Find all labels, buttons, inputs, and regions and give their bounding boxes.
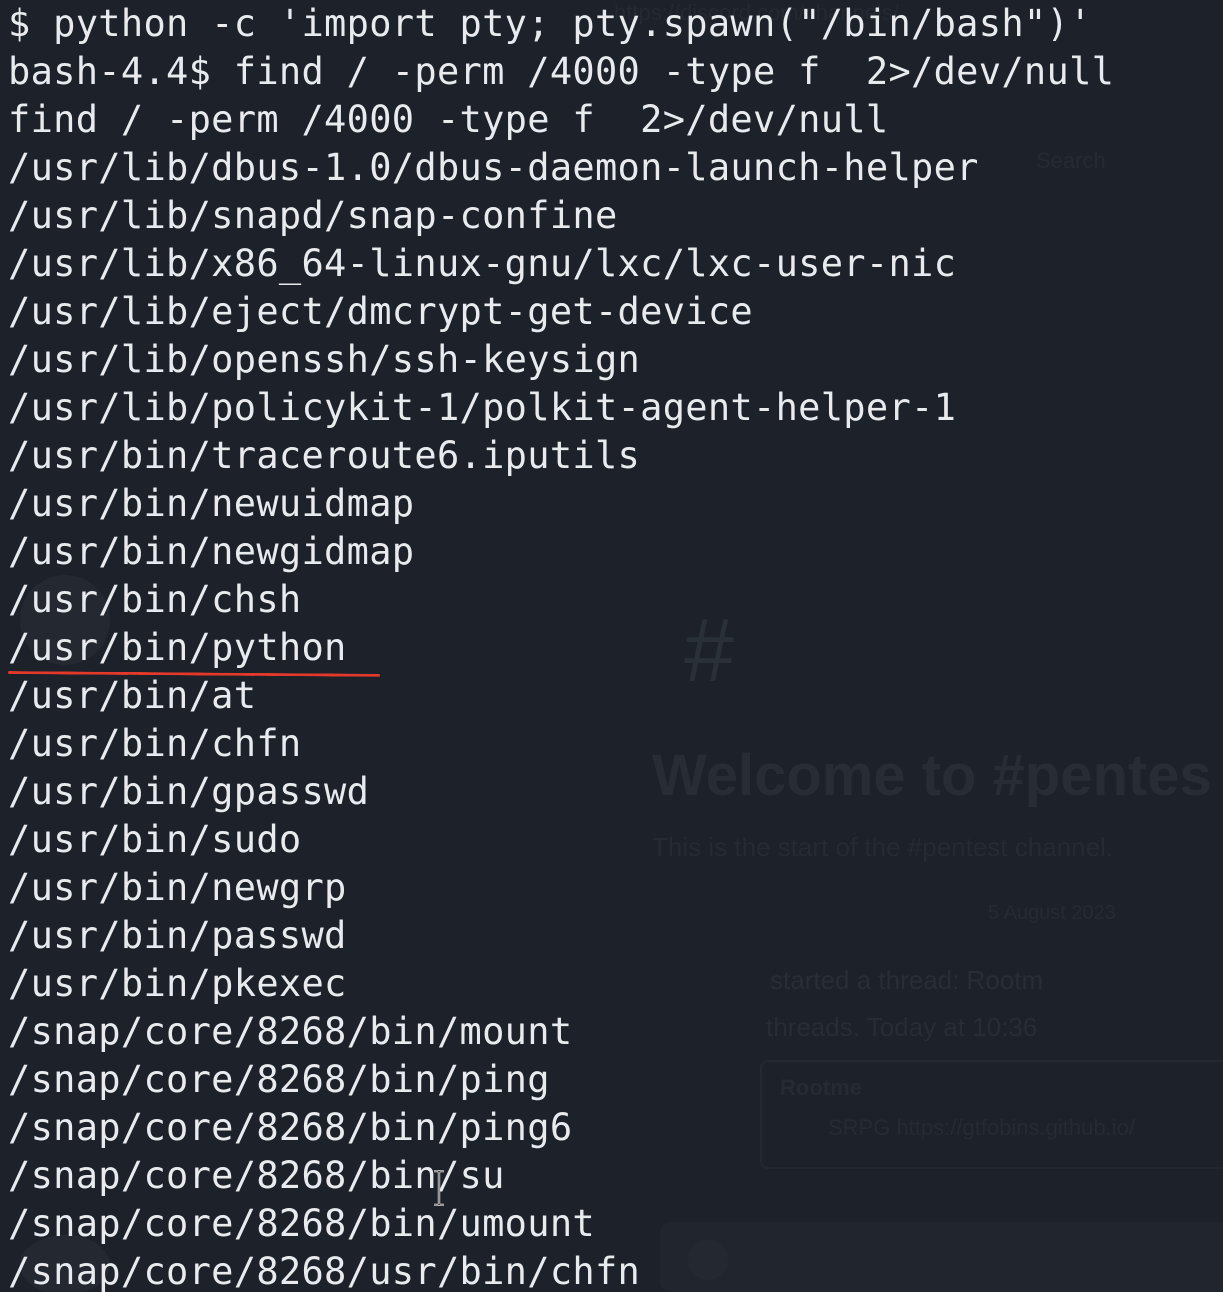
terminal-line-highlighted: /usr/bin/python [8, 626, 347, 669]
terminal-line: /usr/bin/newgidmap [8, 530, 415, 573]
terminal-line: /usr/bin/passwd [8, 914, 347, 957]
terminal-line: /usr/bin/newgrp [8, 866, 347, 909]
terminal-line: /usr/bin/traceroute6.iputils [8, 434, 641, 477]
terminal-line: /usr/bin/gpasswd [8, 770, 370, 813]
terminal-line: /usr/bin/chfn [8, 722, 302, 765]
terminal-line: /snap/core/8268/bin/su [8, 1154, 505, 1197]
text-cursor-icon [434, 1170, 444, 1206]
terminal-line: /usr/lib/dbus-1.0/dbus-daemon-launch-hel… [8, 146, 979, 189]
terminal-output: $ python -c 'import pty; pty.spawn("/bin… [8, 0, 1114, 1292]
terminal-line: /snap/core/8268/bin/ping6 [8, 1106, 573, 1149]
terminal-line: find / -perm /4000 -type f 2>/dev/null [8, 98, 889, 141]
terminal-line: /snap/core/8268/bin/umount [8, 1202, 595, 1245]
terminal-line: /usr/bin/sudo [8, 818, 302, 861]
terminal-line: $ python -c 'import pty; pty.spawn("/bin… [8, 2, 1092, 45]
terminal-line: /snap/core/8268/usr/bin/chfn [8, 1250, 641, 1292]
terminal-line: /usr/lib/x86_64-linux-gnu/lxc/lxc-user-n… [8, 242, 957, 285]
terminal-line: /usr/lib/eject/dmcrypt-get-device [8, 290, 754, 333]
terminal-line: /snap/core/8268/bin/mount [8, 1010, 573, 1053]
terminal-line: /usr/lib/snapd/snap-confine [8, 194, 618, 237]
terminal-line: /usr/bin/pkexec [8, 962, 347, 1005]
terminal-line: /usr/lib/openssh/ssh-keysign [8, 338, 641, 381]
terminal-window[interactable]: https://discord.com/channels/ Search # W… [0, 0, 1223, 1292]
terminal-line: /usr/bin/chsh [8, 578, 302, 621]
terminal-line: /snap/core/8268/bin/ping [8, 1058, 550, 1101]
terminal-line: bash-4.4$ find / -perm /4000 -type f 2>/… [8, 50, 1115, 93]
terminal-line: /usr/lib/policykit-1/polkit-agent-helper… [8, 386, 957, 429]
terminal-line: /usr/bin/newuidmap [8, 482, 415, 525]
terminal-line: /usr/bin/at [8, 674, 257, 717]
